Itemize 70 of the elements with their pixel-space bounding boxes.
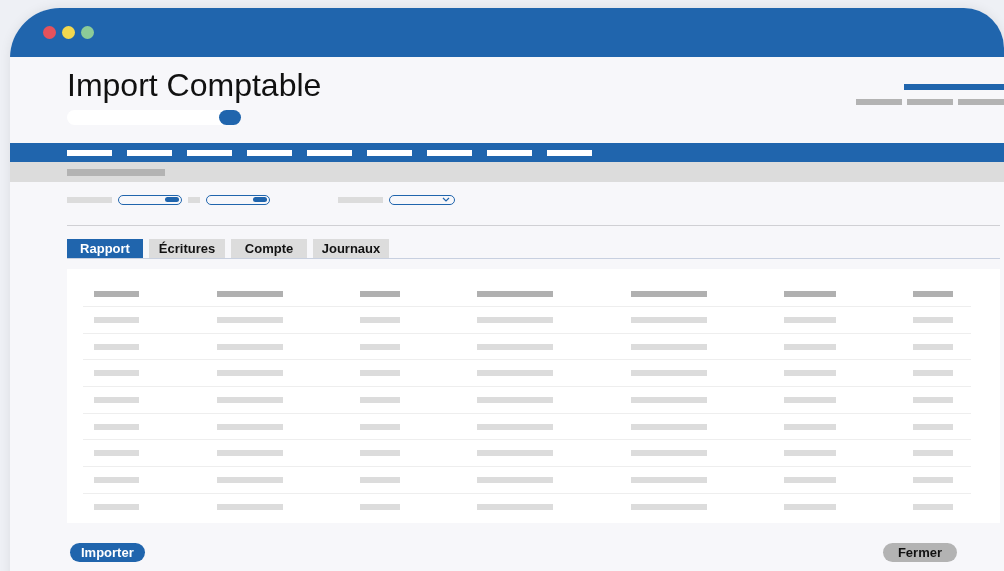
table-cell-placeholder xyxy=(913,503,953,510)
nav-item-placeholder[interactable] xyxy=(127,149,172,156)
table-cell-placeholder xyxy=(217,396,283,403)
table-cell-placeholder xyxy=(913,476,953,483)
chevron-down-icon xyxy=(442,197,450,202)
table-cell-placeholder xyxy=(217,423,283,430)
nav-item-placeholder[interactable] xyxy=(247,149,292,156)
tab[interactable]: Compte xyxy=(231,239,307,258)
nav-item-placeholder[interactable] xyxy=(67,149,112,156)
table-cell-placeholder xyxy=(217,370,283,377)
table-cell-placeholder xyxy=(217,450,283,457)
table-cell-placeholder xyxy=(94,316,139,323)
table-cell-placeholder xyxy=(217,503,283,510)
table-cell-placeholder xyxy=(360,316,400,323)
table-cell-placeholder xyxy=(360,423,400,430)
window-title: Import Comptable xyxy=(67,66,322,105)
close-button[interactable]: Fermer xyxy=(882,543,957,562)
table-cell-placeholder xyxy=(94,370,139,377)
nav-item-placeholder[interactable] xyxy=(487,149,532,156)
table-cell-placeholder xyxy=(360,370,400,377)
table-cell-placeholder xyxy=(784,343,836,350)
table-cell-placeholder xyxy=(217,316,283,323)
nav-item-placeholder[interactable] xyxy=(307,149,352,156)
minimize-dot-icon[interactable] xyxy=(62,26,75,39)
nav-item-placeholder[interactable] xyxy=(187,149,232,156)
table-cell-placeholder xyxy=(784,450,836,457)
table-cell-placeholder xyxy=(784,316,836,323)
table-cell-placeholder xyxy=(913,450,953,457)
table-cell-placeholder xyxy=(784,503,836,510)
filter-label-placeholder xyxy=(338,196,383,203)
close-dot-icon[interactable] xyxy=(43,26,56,39)
column-header-placeholder xyxy=(913,290,953,297)
table-cell-placeholder xyxy=(94,450,139,457)
table-cell-placeholder xyxy=(217,343,283,350)
column-header-placeholder xyxy=(217,290,283,297)
table-cell-placeholder xyxy=(784,423,836,430)
table-cell-placeholder xyxy=(94,503,139,510)
maximize-dot-icon[interactable] xyxy=(81,26,94,39)
column-header-placeholder xyxy=(360,290,400,297)
nav-item-placeholder[interactable] xyxy=(547,149,592,156)
table-cell-placeholder xyxy=(360,396,400,403)
table-cell-placeholder xyxy=(360,450,400,457)
table-cell-placeholder xyxy=(913,370,953,377)
search-button-icon[interactable] xyxy=(219,110,241,125)
tab[interactable]: Écritures xyxy=(149,239,225,258)
table-cell-placeholder xyxy=(913,343,953,350)
table-cell-placeholder xyxy=(217,476,283,483)
column-header-placeholder xyxy=(94,290,139,297)
table-cell-placeholder xyxy=(913,423,953,430)
nav-item-placeholder[interactable] xyxy=(367,149,412,156)
table-cell-placeholder xyxy=(360,476,400,483)
column-header-placeholder xyxy=(784,290,836,297)
table-cell-placeholder xyxy=(784,476,836,483)
tab[interactable]: Journaux xyxy=(313,239,389,258)
table-cell-placeholder xyxy=(784,396,836,403)
import-button[interactable]: Importer xyxy=(70,543,145,562)
table-cell-placeholder xyxy=(94,343,139,350)
table-cell-placeholder xyxy=(784,370,836,377)
table-cell-placeholder xyxy=(913,396,953,403)
table-cell-placeholder xyxy=(94,423,139,430)
filter-label-placeholder xyxy=(188,196,200,203)
table-cell-placeholder xyxy=(94,396,139,403)
nav-item-placeholder[interactable] xyxy=(427,149,472,156)
search-field[interactable] xyxy=(67,110,241,125)
table-cell-placeholder xyxy=(94,476,139,483)
table-cell-placeholder xyxy=(360,503,400,510)
table-cell-placeholder xyxy=(360,343,400,350)
table-cell-placeholder xyxy=(913,316,953,323)
tab[interactable]: Rapport xyxy=(67,239,143,258)
filter-label-placeholder xyxy=(67,196,112,203)
